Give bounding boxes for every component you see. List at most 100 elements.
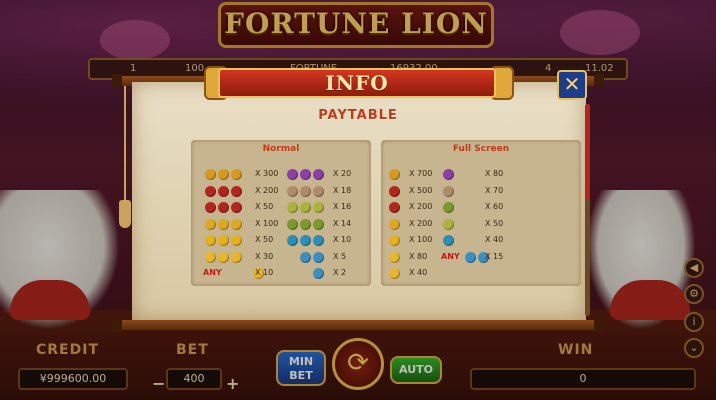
slot-symbol-icon xyxy=(443,185,454,197)
slot-symbol-icon xyxy=(218,218,229,230)
payout-multiplier: X 200 xyxy=(409,202,433,211)
payout-multiplier: X 18 xyxy=(333,185,352,195)
payout-multiplier: X 60 xyxy=(485,202,504,211)
paytable-normal-title: Normal xyxy=(262,144,300,154)
payout-multiplier: X 700 xyxy=(409,169,433,178)
slot-symbol-icon xyxy=(313,268,324,279)
payout-multiplier: X 100 xyxy=(255,218,279,228)
payout-multiplier: X 20 xyxy=(333,169,352,178)
paytable-row: X 18 xyxy=(287,185,367,199)
slot-symbol-icon xyxy=(231,169,242,180)
slot-symbol-icon xyxy=(231,185,242,197)
slot-symbol-icon xyxy=(231,251,242,263)
slot-symbol-icon xyxy=(313,185,324,197)
payout-multiplier: X 70 xyxy=(485,185,504,195)
any-symbol-label: ANY xyxy=(441,251,460,261)
payout-multiplier: X 30 xyxy=(255,251,274,261)
payout-multiplier: X 40 xyxy=(485,235,504,244)
slot-symbol-icon xyxy=(231,202,242,213)
paytable-row: X 2 xyxy=(287,267,367,281)
paytable-row: X 70 xyxy=(443,185,523,199)
payout-multiplier: X 14 xyxy=(333,218,352,228)
slot-symbol-icon xyxy=(389,185,400,197)
slot-symbol-icon xyxy=(313,202,324,213)
slot-symbol-icon xyxy=(287,235,298,246)
slot-symbol-icon xyxy=(313,218,324,230)
paytable-row: X 50 xyxy=(205,201,285,215)
close-icon[interactable]: ✕ xyxy=(557,70,587,100)
slot-symbol-icon xyxy=(287,185,298,197)
scroll-bottom-rod-cap-left xyxy=(112,318,122,332)
slot-symbol-icon xyxy=(218,185,229,197)
slot-symbol-icon xyxy=(313,169,324,180)
slot-symbol-icon xyxy=(205,202,216,213)
slot-symbol-icon xyxy=(300,251,311,263)
payout-multiplier: X 10 xyxy=(333,235,352,244)
payout-multiplier: X 2 xyxy=(333,268,347,277)
paytable-row: X 200 xyxy=(205,185,285,199)
paytable-row: ANY X 10 xyxy=(203,267,285,281)
slot-symbol-icon xyxy=(300,218,311,230)
paytable-row: X 50 xyxy=(443,218,523,232)
slot-symbol-icon xyxy=(389,202,400,213)
payout-multiplier: X 40 xyxy=(409,268,428,277)
scroll-top-rod-cap-left xyxy=(112,74,122,88)
paytable-fullscreen-title: Full Screen xyxy=(452,144,510,154)
paytable-row: X 60 xyxy=(443,201,523,215)
tassel xyxy=(119,200,131,228)
slot-symbol-icon xyxy=(205,251,216,263)
slot-symbol-icon xyxy=(205,185,216,197)
payout-multiplier: X 200 xyxy=(255,185,279,195)
slot-symbol-icon xyxy=(389,235,400,246)
scroll-top-rod-cap-right xyxy=(594,74,604,88)
payout-multiplier: X 300 xyxy=(255,169,279,178)
slot-symbol-icon xyxy=(205,235,216,246)
tassel-cord xyxy=(124,86,126,206)
slot-symbol-icon xyxy=(218,251,229,263)
slot-symbol-icon xyxy=(443,218,454,230)
paytable-row: X 5 xyxy=(287,251,367,265)
slot-symbol-icon xyxy=(205,218,216,230)
payout-multiplier: X 50 xyxy=(255,235,274,244)
slot-symbol-icon xyxy=(300,185,311,197)
slot-symbol-icon xyxy=(389,251,400,263)
slot-symbol-icon xyxy=(389,218,400,230)
paytable-row: X 100 xyxy=(205,218,285,232)
paytable-row: X 16 xyxy=(287,201,367,215)
slot-symbol-icon xyxy=(300,202,311,213)
panel-scrollbar-thumb[interactable] xyxy=(585,104,590,200)
paytable-row: X 10 xyxy=(287,234,367,248)
any-symbol-label: ANY xyxy=(203,268,222,277)
scroll-bottom-rod-cap-right xyxy=(594,318,604,332)
slot-symbol-icon xyxy=(205,169,216,180)
slot-symbol-icon xyxy=(300,169,311,180)
slot-symbol-icon xyxy=(313,251,324,263)
slot-symbol-icon xyxy=(218,202,229,213)
slot-symbol-icon xyxy=(231,235,242,246)
paytable-row: X 50 xyxy=(205,234,285,248)
paytable-row: X 80 xyxy=(443,168,523,182)
slot-symbol-icon xyxy=(218,235,229,246)
paytable-fullscreen: Full Screen X 700 X 500 X 200 X 200 X 100 X 8… xyxy=(381,140,581,286)
payout-multiplier: X 500 xyxy=(409,185,433,195)
slot-symbol-icon xyxy=(443,202,454,213)
paytable-row: X 30 xyxy=(205,251,285,265)
scroll-bottom-rod xyxy=(116,320,598,330)
slot-symbol-icon xyxy=(287,202,298,213)
slot-symbol-icon xyxy=(389,169,400,180)
info-header-banner: INFO xyxy=(218,68,496,98)
slot-symbol-icon xyxy=(287,218,298,230)
payout-multiplier: X 50 xyxy=(485,218,504,228)
info-header-title: INFO xyxy=(325,71,389,95)
payout-multiplier: X 200 xyxy=(409,218,433,228)
paytable-row: X 40 xyxy=(443,234,523,248)
payout-multiplier: X 16 xyxy=(333,202,352,211)
slot-symbol-icon xyxy=(465,251,476,263)
payout-multiplier: X 100 xyxy=(409,235,433,244)
payout-multiplier: X 80 xyxy=(485,169,504,178)
payout-multiplier: X 5 xyxy=(333,251,347,261)
slot-symbol-icon xyxy=(300,235,311,246)
payout-multiplier: X 80 xyxy=(409,251,428,261)
slot-symbol-icon xyxy=(231,218,242,230)
payout-multiplier: X 10 xyxy=(255,268,274,277)
